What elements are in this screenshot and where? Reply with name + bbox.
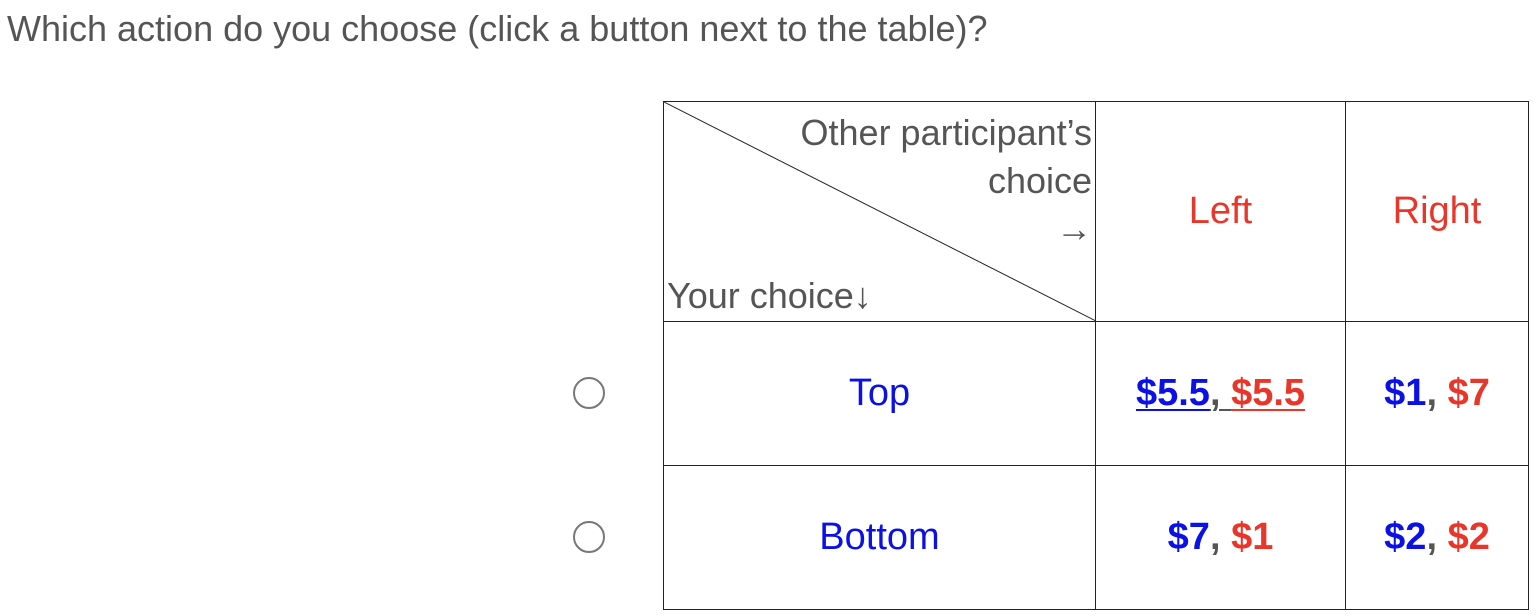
- payoff-table: Other participant’s choice → Your choice…: [663, 101, 1529, 610]
- corner-cell: Other participant’s choice → Your choice…: [663, 101, 1096, 322]
- row-label-top: Top: [663, 321, 1096, 466]
- other-payoff: $7: [1447, 372, 1490, 414]
- other-choice-line1: Other participant’s: [800, 112, 1092, 153]
- other-payoff: $5.5: [1231, 372, 1306, 414]
- other-choice-label: Other participant’s choice →: [801, 109, 1092, 253]
- your-payoff: $5.5: [1135, 372, 1210, 414]
- column-header-right: Right: [1345, 101, 1529, 322]
- table-header-row: Other participant’s choice → Your choice…: [663, 101, 1529, 322]
- your-payoff: $1: [1384, 372, 1427, 414]
- other-choice-line2: choice: [987, 160, 1092, 201]
- payoff-separator: ,: [1209, 516, 1232, 558]
- question-text: Which action do you choose (click a butt…: [7, 8, 988, 49]
- payoff-cell-bottom-left: $7, $1: [1095, 465, 1346, 610]
- row-label-bottom: Bottom: [663, 465, 1096, 610]
- payoff-separator: ,: [1426, 516, 1448, 558]
- page: Which action do you choose (click a butt…: [0, 0, 1540, 616]
- column-header-left: Left: [1095, 101, 1346, 322]
- table-row-top: Top $5.5, $5.5 $1, $7: [663, 321, 1529, 466]
- your-payoff: $7: [1167, 516, 1210, 558]
- payoff-separator: ,: [1209, 372, 1232, 414]
- right-arrow-icon: →: [1056, 208, 1092, 249]
- payoff-separator: ,: [1426, 372, 1448, 414]
- other-payoff: $2: [1447, 516, 1490, 558]
- payoff-cell-top-left: $5.5, $5.5: [1095, 321, 1346, 466]
- payoff-cell-top-right: $1, $7: [1345, 321, 1529, 466]
- payoff-cell-bottom-right: $2, $2: [1345, 465, 1529, 610]
- radio-top[interactable]: [573, 377, 605, 409]
- other-payoff: $1: [1231, 516, 1274, 558]
- radio-bottom[interactable]: [573, 521, 605, 553]
- your-choice-label: Your choice↓: [667, 275, 872, 316]
- table-row-bottom: Bottom $7, $1 $2, $2: [663, 465, 1529, 610]
- your-payoff: $2: [1384, 516, 1427, 558]
